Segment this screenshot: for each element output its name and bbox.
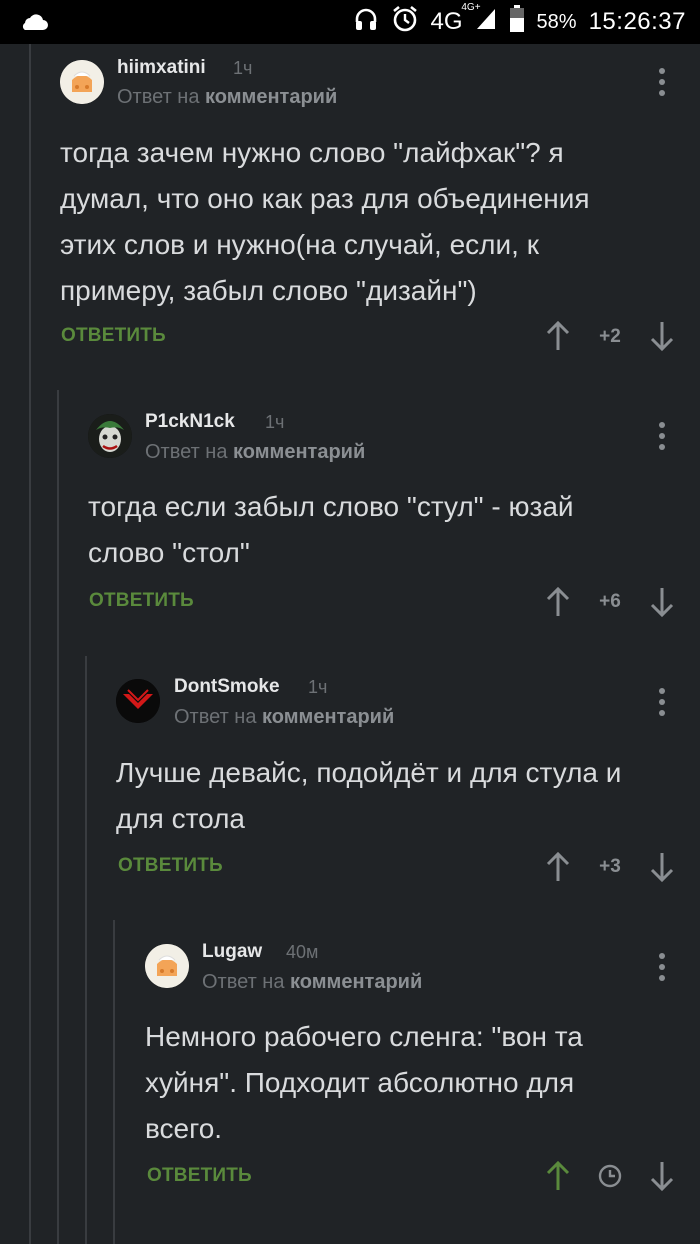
downvote-icon[interactable] <box>650 320 674 352</box>
reply-to-link[interactable]: комментарий <box>290 971 422 993</box>
thread-line <box>85 656 87 1244</box>
reply-to: Ответ на комментарий <box>145 441 366 463</box>
more-options-icon[interactable] <box>656 68 668 96</box>
reply-to-link[interactable]: комментарий <box>262 706 394 728</box>
battery-percent: 58% <box>536 10 577 33</box>
reply-button[interactable]: ОТВЕТИТЬ <box>89 590 194 612</box>
comment-time: 1ч <box>233 58 253 78</box>
downvote-icon[interactable] <box>650 851 674 883</box>
reply-to-link[interactable]: комментарий <box>233 441 365 463</box>
username[interactable]: hiimxatini <box>117 57 206 79</box>
downvote-icon[interactable] <box>650 1160 674 1192</box>
username[interactable]: P1ckN1ck <box>145 411 235 433</box>
score: +6 <box>599 591 621 612</box>
clock-icon <box>598 1164 622 1188</box>
reply-to-link[interactable]: комментарий <box>205 86 337 108</box>
upvote-icon[interactable] <box>546 320 570 352</box>
more-options-icon[interactable] <box>656 422 668 450</box>
reply-to: Ответ на комментарий <box>202 971 423 993</box>
clock-time: 15:26:37 <box>588 8 686 35</box>
avatar[interactable] <box>60 60 104 104</box>
upvote-icon[interactable] <box>546 586 570 618</box>
avatar[interactable] <box>116 679 160 723</box>
alarm-icon <box>391 5 419 40</box>
cloud-icon <box>18 0 48 44</box>
more-options-icon[interactable] <box>656 953 668 981</box>
thread-line <box>113 920 115 1244</box>
status-bar: 4G 4G+ 58% 15:26:37 <box>0 0 700 44</box>
comment-text: тогда если забыл слово "стул" - юзай сло… <box>88 491 574 568</box>
comment-time: 1ч <box>265 412 285 432</box>
avatar[interactable] <box>145 944 189 988</box>
thread-line <box>29 44 31 1244</box>
more-options-icon[interactable] <box>656 688 668 716</box>
network-indicator: 4G 4G+ <box>430 2 481 35</box>
comment-time: 1ч <box>308 677 328 697</box>
battery-icon <box>509 4 525 40</box>
reply-button[interactable]: ОТВЕТИТЬ <box>147 1165 252 1187</box>
upvote-icon[interactable] <box>546 1160 570 1192</box>
comment-text: тогда зачем нужно слово "лайфхак"? я дум… <box>60 137 590 306</box>
upvote-icon[interactable] <box>546 851 570 883</box>
avatar[interactable] <box>88 414 132 458</box>
downvote-icon[interactable] <box>650 586 674 618</box>
reply-to: Ответ на комментарий <box>174 706 395 728</box>
score: +3 <box>599 856 621 877</box>
reply-to: Ответ на комментарий <box>117 86 338 108</box>
reply-button[interactable]: ОТВЕТИТЬ <box>61 325 166 347</box>
comment-time: 40м <box>286 942 319 962</box>
comment-text: Немного рабочего сленга: "вон та хуйня".… <box>145 1021 583 1144</box>
username[interactable]: DontSmoke <box>174 676 280 698</box>
username[interactable]: Lugaw <box>202 941 262 963</box>
comment-text: Лучше девайс, подойдёт и для стула и для… <box>116 757 622 834</box>
headphones-icon <box>353 6 379 39</box>
thread-line <box>57 390 59 1244</box>
reply-button[interactable]: ОТВЕТИТЬ <box>118 855 223 877</box>
score: +2 <box>599 326 621 347</box>
